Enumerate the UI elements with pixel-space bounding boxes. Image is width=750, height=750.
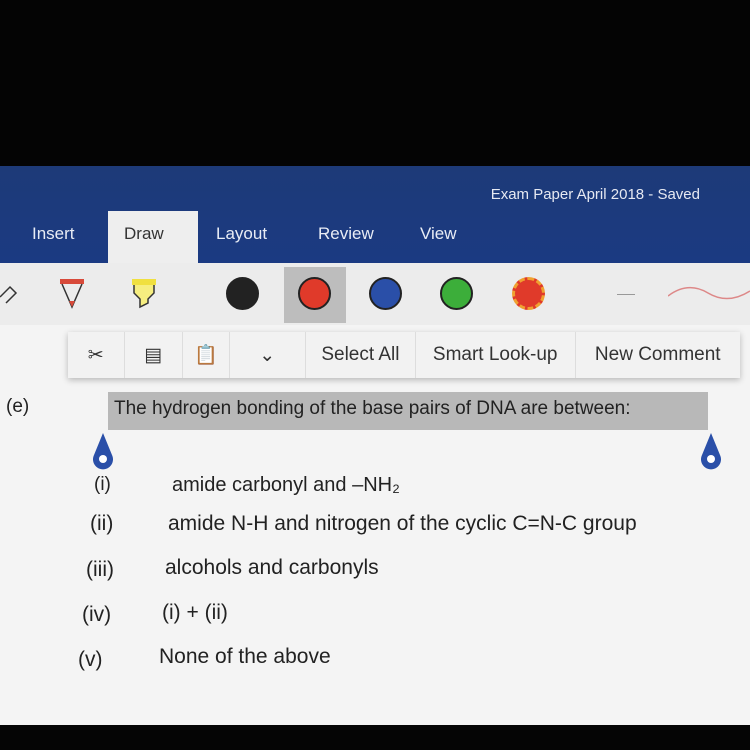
tab-layout[interactable]: Layout [216,224,267,244]
pencil-icon[interactable] [0,277,20,311]
color-blue[interactable] [369,277,402,310]
selection-handle-end[interactable] [700,433,722,473]
option-text: amide carbonyl and –NH₂ [172,474,400,496]
tab-view[interactable]: View [420,224,457,244]
question-text: The hydrogen bonding of the base pairs o… [114,398,631,419]
pen-stroke-preview[interactable] [668,281,750,311]
option-number: (iv) [82,603,112,626]
smart-lookup-button[interactable]: Smart Look-up [416,332,576,378]
option-number: (i) [94,474,111,495]
option-text: amide N-H and nitrogen of the cyclic C=N… [168,512,637,535]
thin-line-icon[interactable] [617,294,635,295]
new-comment-button[interactable]: New Comment [576,332,741,378]
red-pen-icon[interactable] [58,277,86,311]
selection-handle-start[interactable] [92,433,114,473]
chevron-down-icon[interactable]: ⌄ [230,332,306,378]
tab-draw[interactable]: Draw [108,211,198,263]
tab-insert[interactable]: Insert [32,224,75,244]
option-number: (ii) [90,512,114,535]
highlighter-icon[interactable] [130,277,158,311]
color-green[interactable] [440,277,473,310]
screen-bezel [0,0,750,166]
option-number: (iii) [86,558,114,581]
copy-icon[interactable]: ▤ [125,332,183,378]
select-all-button[interactable]: Select All [306,332,416,378]
option-text: (i) + (ii) [162,601,228,624]
tab-review[interactable]: Review [318,224,374,244]
document-title: Exam Paper April 2018 - Saved [490,186,700,203]
draw-toolbar [0,263,750,325]
context-menu: ✂ ▤ 📋 ⌄ Select All Smart Look-up New Com… [68,332,740,378]
color-red[interactable] [298,277,331,310]
cut-icon[interactable]: ✂ [68,332,125,378]
ribbon-header: Exam Paper April 2018 - Saved Insert Dra… [0,166,750,263]
option-number: (v) [78,648,103,671]
custom-color-icon[interactable] [512,277,545,310]
color-black[interactable] [226,277,259,310]
option-text: alcohols and carbonyls [165,556,379,579]
option-text: None of the above [159,645,331,668]
paste-icon[interactable]: 📋 [183,332,230,378]
question-label: (e) [6,396,30,417]
